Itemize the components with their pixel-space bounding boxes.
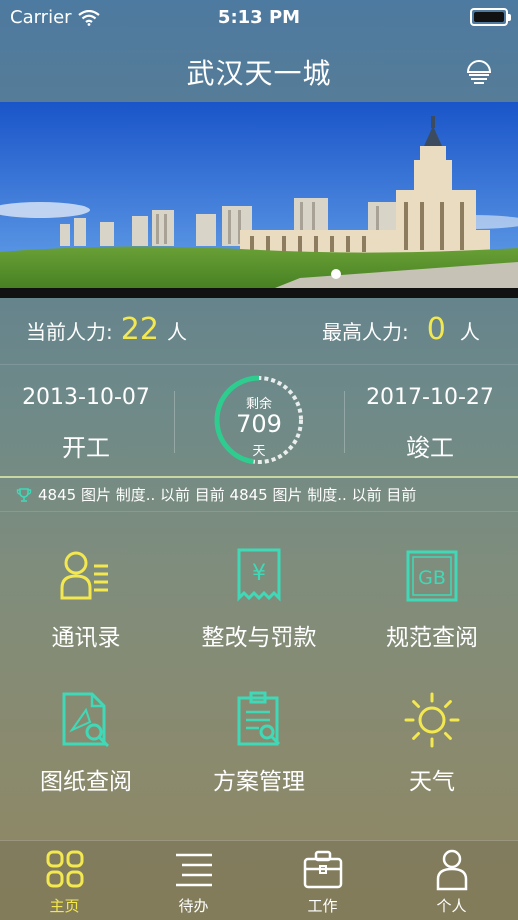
max-workforce: 最高人力: 0 人: [322, 312, 480, 347]
current-workforce-label: 当前人力:: [26, 320, 113, 344]
tab-bar: 主页 待办 工作 个人: [0, 840, 518, 920]
nav-bar: 武汉天一城: [0, 34, 518, 102]
gb-standard-icon: GB: [406, 550, 458, 602]
end-date: 2017-10-27: [366, 385, 494, 410]
start-label: 开工: [62, 434, 110, 462]
end-date-block: 2017-10-27 竣工: [350, 385, 510, 463]
end-label: 竣工: [406, 434, 454, 462]
lightbulb-icon[interactable]: [462, 52, 496, 86]
svg-text:GB: GB: [418, 567, 446, 589]
menu-standards[interactable]: GB 规范查阅: [346, 546, 518, 652]
workforce-stats: 当前人力: 22 人 最高人力: 0 人: [0, 298, 518, 364]
carousel-dot[interactable]: [331, 269, 341, 279]
status-time: 5:13 PM: [217, 7, 301, 28]
tab-label: 主页: [49, 897, 80, 915]
schedule-panel: 2013-10-07 开工 剩余 709 天 2017-10-27 竣工: [0, 364, 518, 476]
menu-drawings[interactable]: 图纸查阅: [0, 690, 172, 796]
remaining-days-ring: 剩余 709 天: [212, 373, 306, 467]
tab-label: 个人: [436, 897, 467, 915]
tab-home[interactable]: 主页: [0, 847, 129, 916]
start-date-block: 2013-10-07 开工: [6, 385, 166, 463]
banner-photo: [0, 102, 518, 298]
home-grid-icon: [46, 850, 83, 888]
svg-text:¥: ¥: [252, 561, 266, 586]
news-ticker[interactable]: 4845 图片 制度.. 以前 目前 4845 图片 制度.. 以前 目前: [0, 476, 518, 512]
remaining-unit: 天: [252, 444, 266, 459]
status-bar: Carrier 5:13 PM: [0, 0, 518, 34]
tab-todo[interactable]: 待办: [129, 847, 258, 916]
menu-fines[interactable]: ¥ 整改与罚款: [173, 546, 345, 652]
tab-label: 工作: [307, 897, 338, 915]
menu-label: 规范查阅: [386, 625, 478, 651]
menu-plans[interactable]: 方案管理: [173, 690, 345, 796]
drawing-search-icon: [62, 692, 110, 748]
max-workforce-value: 0: [426, 312, 446, 347]
menu-label: 方案管理: [213, 769, 305, 795]
tab-profile[interactable]: 个人: [387, 847, 516, 916]
contacts-icon: [60, 551, 108, 600]
tab-work[interactable]: 工作: [258, 847, 387, 916]
briefcase-icon: [303, 850, 342, 889]
start-date: 2013-10-07: [22, 385, 150, 410]
menu-label: 整改与罚款: [201, 625, 317, 651]
menu-label: 通讯录: [51, 625, 121, 651]
battery-icon: [470, 8, 511, 26]
person-icon: [436, 849, 467, 891]
fine-receipt-icon: ¥: [237, 548, 281, 602]
ticker-text: 4845 图片 制度.. 以前 目前 4845 图片 制度.. 以前 目前: [38, 486, 417, 504]
clipboard-search-icon: [237, 691, 281, 746]
max-workforce-label: 最高人力:: [322, 320, 409, 344]
menu-contacts[interactable]: 通讯录: [0, 546, 172, 652]
list-icon: [175, 853, 212, 887]
page-title: 武汉天一城: [186, 57, 332, 90]
max-workforce-unit: 人: [459, 320, 480, 344]
menu-weather[interactable]: 天气: [346, 690, 518, 796]
tab-label: 待办: [178, 897, 209, 915]
current-workforce-unit: 人: [166, 320, 187, 344]
remaining-days: 709: [236, 410, 282, 438]
menu-label: 图纸查阅: [40, 769, 132, 795]
divider: [344, 391, 345, 453]
sun-icon: [404, 692, 460, 748]
current-workforce-value: 22: [120, 312, 159, 347]
divider: [174, 391, 175, 453]
menu-label: 天气: [409, 769, 455, 795]
trophy-icon: [16, 487, 32, 502]
current-workforce: 当前人力: 22 人: [26, 312, 187, 347]
banner-carousel[interactable]: [0, 102, 518, 298]
